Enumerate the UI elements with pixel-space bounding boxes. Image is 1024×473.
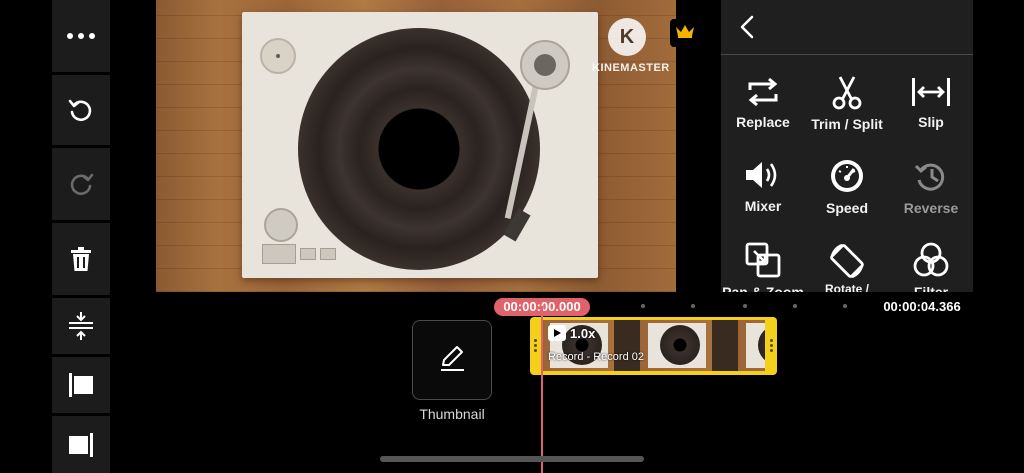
total-duration: 00:00:04.366 — [874, 298, 970, 316]
pan-zoom-button[interactable]: Pan & Zoom — [721, 242, 805, 292]
jump-end-icon — [67, 431, 95, 459]
speaker-icon — [743, 158, 783, 192]
crown-icon — [675, 23, 695, 44]
turntable-image — [242, 12, 598, 278]
speed-button[interactable]: Speed — [805, 158, 889, 216]
tool-label: Pan & Zoom — [722, 284, 804, 292]
undo-button[interactable] — [52, 75, 110, 145]
clip-name: Record - Record 02 — [548, 351, 644, 363]
kinemaster-watermark: KINEMASTER — [592, 62, 670, 74]
more-options-button[interactable] — [52, 0, 110, 72]
tool-label: Filter — [913, 284, 949, 292]
clip-left-handle[interactable] — [534, 339, 537, 353]
replace-button[interactable]: Replace — [721, 76, 805, 130]
delete-button[interactable] — [52, 223, 110, 295]
turntable-button — [262, 244, 296, 264]
jump-end-button[interactable] — [52, 416, 110, 473]
tool-label: Trim / Split — [811, 116, 883, 132]
trash-icon — [70, 246, 92, 272]
timeline-tick — [743, 304, 747, 308]
expand-vertical-icon — [67, 311, 95, 341]
timeline-tick — [641, 304, 645, 308]
ellipsis-icon — [66, 32, 96, 40]
timeline-tick — [793, 304, 797, 308]
trim-split-button[interactable]: Trim / Split — [805, 76, 889, 132]
clip-frame — [640, 320, 712, 371]
jump-start-icon — [67, 371, 95, 399]
left-toolbar — [52, 0, 112, 473]
clip-edit-panel: Replace Trim / Split Slip Mixer Speed Re… — [721, 0, 973, 292]
turntable-button — [300, 248, 316, 260]
turntable-button — [320, 248, 336, 260]
back-icon[interactable] — [735, 14, 761, 40]
turntable-knob — [260, 38, 296, 74]
filter-icon — [912, 242, 950, 278]
tool-label: Slip — [918, 114, 944, 130]
track-height-button[interactable] — [52, 298, 110, 354]
rotate-icon — [828, 242, 866, 280]
jump-start-button[interactable] — [52, 357, 110, 413]
clip-speed-badge: 1.0x — [548, 324, 595, 342]
tool-label: Reverse — [903, 200, 959, 216]
tonearm-base — [520, 40, 570, 90]
clip-right-handle[interactable] — [770, 339, 773, 353]
timeline-tick — [843, 304, 847, 308]
tool-label: Mixer — [744, 198, 782, 214]
pitch-knob — [264, 208, 298, 242]
tool-label: Replace — [736, 114, 790, 130]
rotate-mirror-button[interactable]: Rotate / — [805, 242, 889, 292]
replace-icon — [744, 76, 782, 108]
home-indicator[interactable] — [380, 456, 644, 462]
thumbnail-label: Thumbnail — [419, 406, 485, 422]
redo-icon — [67, 170, 95, 198]
thumbnail-button[interactable] — [412, 320, 492, 400]
slip-icon — [909, 76, 953, 108]
clip-frame — [738, 320, 765, 371]
panel-header — [721, 0, 973, 55]
pan-zoom-icon — [745, 242, 781, 278]
filter-button[interactable]: Filter — [889, 242, 973, 292]
playhead[interactable] — [541, 306, 543, 473]
premium-crown-button[interactable] — [670, 19, 700, 47]
play-icon — [548, 325, 566, 341]
undo-icon — [67, 96, 95, 124]
reverse-button[interactable]: Reverse — [889, 158, 973, 216]
pencil-icon — [436, 342, 468, 379]
scissors-icon — [831, 76, 863, 110]
timeline-tick — [691, 304, 695, 308]
reverse-icon — [912, 158, 950, 194]
video-preview[interactable]: K KINEMASTER — [156, 0, 676, 292]
redo-button[interactable] — [52, 148, 110, 220]
speedometer-icon — [828, 158, 866, 194]
clip-speed: 1.0x — [570, 325, 596, 341]
mixer-button[interactable]: Mixer — [721, 158, 805, 214]
slip-button[interactable]: Slip — [889, 76, 973, 130]
tool-label: Rotate / — [824, 282, 869, 292]
tool-label: Speed — [825, 200, 868, 216]
kinemaster-logo: K — [608, 18, 646, 56]
